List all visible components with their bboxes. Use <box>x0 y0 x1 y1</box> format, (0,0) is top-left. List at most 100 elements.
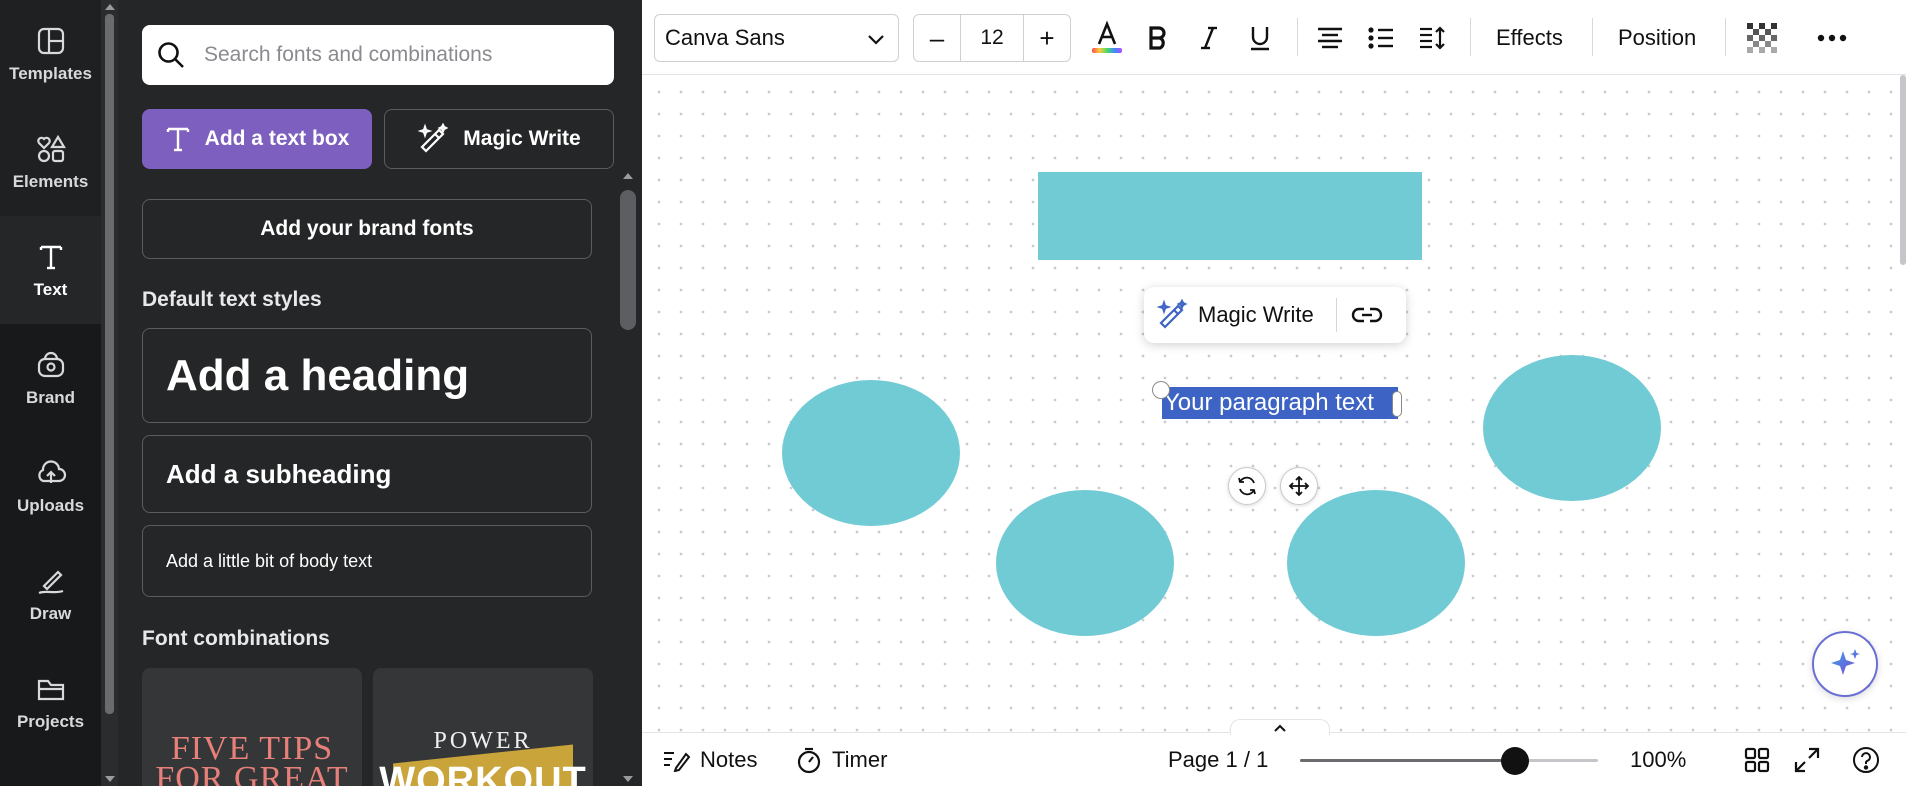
rail-item-label: Templates <box>9 64 92 83</box>
add-brand-fonts-button[interactable]: Add your brand fonts <box>142 199 592 259</box>
scrollbar-thumb[interactable] <box>620 190 636 330</box>
font-family-dropdown[interactable]: Canva Sans <box>654 14 899 62</box>
left-rail: Templates Elements Text Brand Uploads Dr… <box>0 0 101 786</box>
text-icon <box>39 245 62 270</box>
panel-scrollbar[interactable] <box>616 168 640 786</box>
rail-item-templates[interactable]: Templates <box>0 0 101 108</box>
underline-button[interactable] <box>1238 14 1282 62</box>
add-subheading-button[interactable]: Add a subheading <box>142 435 592 513</box>
grid-view-icon <box>1744 747 1770 773</box>
font-search[interactable] <box>142 25 614 85</box>
canvas-scrollbar-thumb[interactable] <box>1900 75 1906 265</box>
help-button[interactable] <box>1852 733 1890 786</box>
scroll-up-arrow[interactable] <box>105 4 115 10</box>
text-color-icon <box>1092 20 1122 53</box>
font-combination-card[interactable]: FIVE TIPS FOR GREAT <box>142 668 362 786</box>
oval-shape[interactable] <box>1287 490 1465 636</box>
combo-preview-line: FOR GREAT <box>155 760 349 786</box>
more-options-button[interactable] <box>1810 14 1854 62</box>
font-combinations-title: Font combinations <box>142 627 330 650</box>
floating-text-menu: Magic Write <box>1144 287 1406 343</box>
list-button[interactable] <box>1359 14 1403 62</box>
rail-item-label: Brand <box>25 388 76 407</box>
bold-button[interactable] <box>1136 14 1180 62</box>
add-body-text-button[interactable]: Add a little bit of body text <box>142 525 592 597</box>
rail-item-draw[interactable]: Draw <box>0 540 101 648</box>
font-size-input[interactable] <box>960 15 1024 61</box>
scroll-down-arrow[interactable] <box>623 776 633 782</box>
search-input[interactable] <box>204 43 584 67</box>
italic-icon <box>1201 26 1217 50</box>
zoom-percent[interactable]: 100% <box>1630 733 1686 786</box>
decrease-font-size-button[interactable]: – <box>914 15 960 61</box>
font-family-value: Canva Sans <box>665 25 785 50</box>
toolbar-divider <box>1297 18 1298 56</box>
selection-handle-end[interactable] <box>1392 391 1402 417</box>
selection-handle-start[interactable] <box>1152 381 1170 399</box>
rail-scrollbar[interactable] <box>101 0 118 786</box>
magic-write-floating-button[interactable]: Magic Write <box>1144 287 1314 343</box>
effects-button[interactable]: Effects <box>1496 14 1563 62</box>
italic-button[interactable] <box>1187 14 1231 62</box>
rail-item-brand[interactable]: Brand <box>0 324 101 432</box>
text-align-button[interactable] <box>1308 14 1352 62</box>
rotate-icon <box>1238 476 1256 496</box>
notes-label: Notes <box>700 747 758 772</box>
zoom-slider[interactable] <box>1300 747 1598 775</box>
default-text-styles-title: Default text styles <box>142 288 322 311</box>
zoom-slider-thumb[interactable] <box>1500 747 1529 775</box>
page-indicator[interactable]: Page 1 / 1 <box>1168 733 1268 786</box>
add-heading-button[interactable]: Add a heading <box>142 328 592 423</box>
scroll-down-arrow[interactable] <box>105 776 115 782</box>
rail-item-text[interactable]: Text <box>0 216 101 324</box>
design-canvas[interactable]: Magic Write Your paragraph text <box>642 75 1906 732</box>
notes-button[interactable]: Notes <box>662 733 757 786</box>
oval-shape[interactable] <box>1483 355 1661 501</box>
increase-font-size-button[interactable]: + <box>1024 15 1070 61</box>
add-text-box-button[interactable]: Add a text box <box>142 109 372 169</box>
rail-item-label: Text <box>33 280 68 299</box>
scrollbar-thumb[interactable] <box>105 14 114 714</box>
help-icon <box>1853 747 1879 773</box>
draw-icon <box>38 570 63 595</box>
add-brand-fonts-label: Add your brand fonts <box>260 217 474 240</box>
search-icon <box>158 42 184 68</box>
brand-icon <box>37 351 64 378</box>
oval-shape[interactable] <box>996 490 1174 636</box>
rail-item-label: Projects <box>16 712 85 731</box>
rotate-handle[interactable] <box>1228 467 1266 505</box>
add-body-text-label: Add a little bit of body text <box>166 550 373 571</box>
grid-view-button[interactable] <box>1744 733 1780 786</box>
rail-item-uploads[interactable]: Uploads <box>0 432 101 540</box>
transparency-button[interactable] <box>1740 14 1784 62</box>
elements-icon <box>36 134 66 163</box>
fullscreen-button[interactable] <box>1794 733 1830 786</box>
toolbar-divider <box>1592 18 1593 56</box>
selected-paragraph-text[interactable]: Your paragraph text <box>1162 387 1398 419</box>
magic-write-label: Magic Write <box>463 127 581 150</box>
spacing-button[interactable] <box>1410 14 1454 62</box>
move-handle[interactable] <box>1280 467 1318 505</box>
canva-assistant-button[interactable] <box>1812 631 1878 697</box>
oval-shape[interactable] <box>782 380 960 526</box>
templates-icon <box>37 27 64 55</box>
font-combination-card[interactable]: POWER WORKOUT <box>373 668 593 786</box>
magic-write-button[interactable]: Magic Write <box>384 109 614 169</box>
rail-item-label: Uploads <box>16 496 85 515</box>
notes-icon <box>664 752 690 772</box>
zoom-slider-fill <box>1300 759 1515 762</box>
bottom-bar: Notes Timer Page 1 / 1 100% <box>642 719 1906 786</box>
rail-item-elements[interactable]: Elements <box>0 108 101 216</box>
transparency-icon <box>1747 23 1777 53</box>
rail-item-projects[interactable]: Projects <box>0 648 101 756</box>
link-button[interactable] <box>1337 287 1397 343</box>
timer-button[interactable]: Timer <box>796 733 887 786</box>
bulleted-list-icon <box>1368 27 1393 49</box>
text-icon <box>166 127 189 152</box>
projects-icon <box>37 679 64 701</box>
text-color-button[interactable] <box>1085 14 1129 62</box>
rectangle-shape[interactable] <box>1038 172 1422 260</box>
scroll-up-arrow[interactable] <box>623 173 633 179</box>
position-button[interactable]: Position <box>1618 14 1696 62</box>
underline-icon <box>1251 27 1269 51</box>
